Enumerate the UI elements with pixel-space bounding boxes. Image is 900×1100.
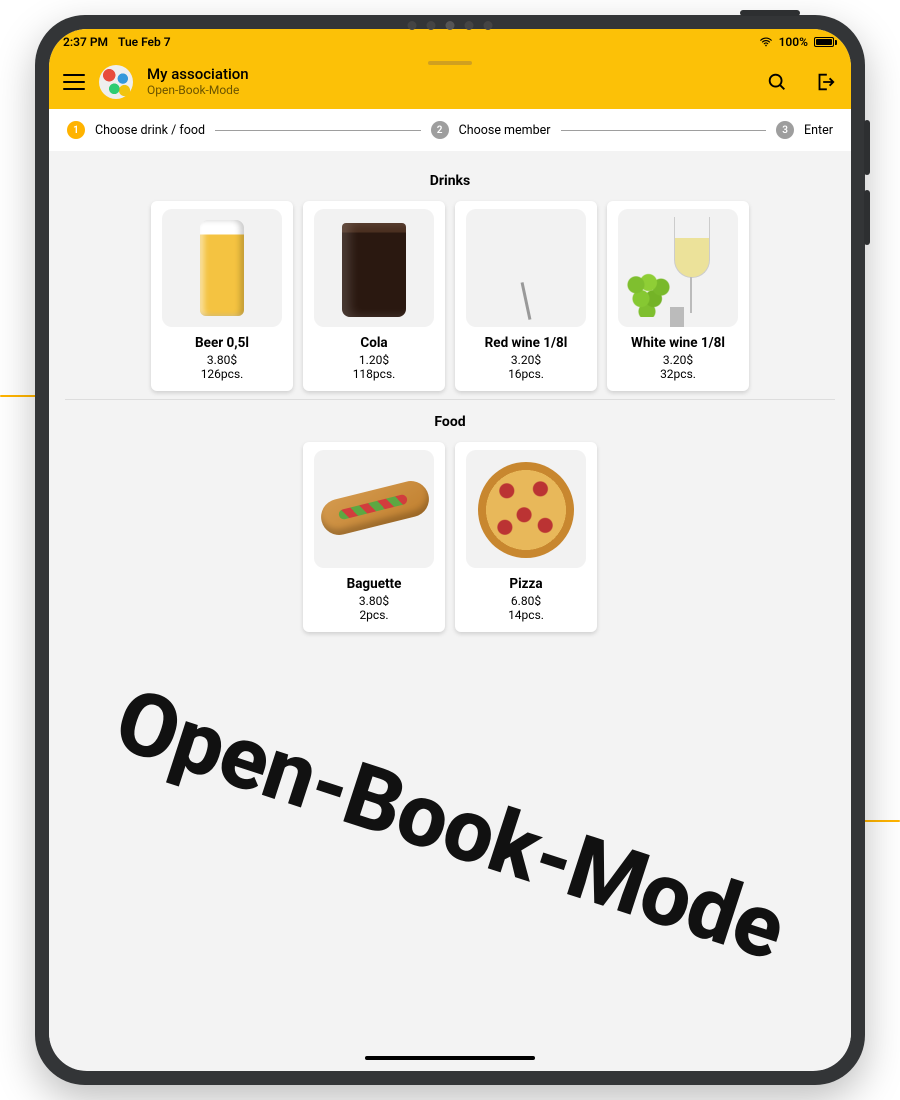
stepper: 1 Choose drink / food 2 Choose member 3 …	[49, 109, 851, 151]
cola-icon	[314, 209, 434, 327]
food-section-title: Food	[59, 414, 841, 430]
step-3-label: Enter	[804, 123, 833, 138]
decorative-stripe	[862, 820, 900, 822]
product-price: 1.20$	[309, 353, 439, 367]
search-button[interactable]	[765, 70, 789, 94]
logout-icon	[814, 71, 836, 93]
product-name: Pizza	[461, 576, 591, 592]
drinks-section-title: Drinks	[59, 173, 841, 189]
logout-button[interactable]	[813, 70, 837, 94]
product-card-pizza[interactable]: Pizza 6.80$ 14pcs.	[455, 442, 597, 632]
screen: 2:37 PM Tue Feb 7 100% My association Op…	[49, 29, 851, 1071]
pizza-icon	[466, 450, 586, 568]
step-1-dot[interactable]: 1	[67, 121, 85, 139]
section-divider	[65, 399, 835, 400]
product-stock: 2pcs.	[309, 608, 439, 622]
tablet-frame: 2:37 PM Tue Feb 7 100% My association Op…	[35, 15, 865, 1085]
home-indicator[interactable]	[365, 1056, 535, 1060]
camera-speaker-dots	[408, 21, 493, 30]
status-date: Tue Feb 7	[118, 35, 171, 49]
grapes-icon	[626, 271, 676, 317]
drinks-grid: Beer 0,5l 3.80$ 126pcs. Cola 1.20$ 118pc…	[59, 201, 841, 391]
association-avatar[interactable]	[99, 65, 133, 99]
product-price: 6.80$	[461, 594, 591, 608]
step-divider	[215, 130, 421, 131]
beer-icon	[162, 209, 282, 327]
step-2-label: Choose member	[459, 123, 551, 138]
product-stock: 16pcs.	[461, 367, 591, 381]
product-price: 3.80$	[309, 594, 439, 608]
product-price: 3.20$	[461, 353, 591, 367]
search-icon	[766, 71, 788, 93]
product-name: Red wine 1/8l	[461, 335, 591, 351]
app-title: My association	[147, 66, 249, 83]
product-card-beer[interactable]: Beer 0,5l 3.80$ 126pcs.	[151, 201, 293, 391]
step-3-dot[interactable]: 3	[776, 121, 794, 139]
step-2-dot[interactable]: 2	[431, 121, 449, 139]
product-card-baguette[interactable]: Baguette 3.80$ 2pcs.	[303, 442, 445, 632]
status-time: 2:37 PM	[63, 35, 108, 49]
volume-up-button	[864, 120, 870, 175]
product-price: 3.20$	[613, 353, 743, 367]
product-card-red-wine[interactable]: Red wine 1/8l 3.20$ 16pcs.	[455, 201, 597, 391]
red-wine-icon	[466, 209, 586, 327]
app-subtitle: Open-Book-Mode	[147, 84, 249, 98]
volume-down-button	[864, 190, 870, 245]
battery-percent: 100%	[779, 35, 808, 49]
product-name: White wine 1/8l	[613, 335, 743, 351]
battery-icon	[814, 37, 837, 47]
product-stock: 126pcs.	[157, 367, 287, 381]
step-divider	[561, 130, 767, 131]
product-card-white-wine[interactable]: White wine 1/8l 3.20$ 32pcs.	[607, 201, 749, 391]
product-name: Baguette	[309, 576, 439, 592]
white-wine-icon	[618, 209, 738, 327]
power-button	[740, 10, 800, 16]
baguette-icon	[314, 450, 434, 568]
status-bar: 2:37 PM Tue Feb 7 100%	[49, 29, 851, 55]
watermark-text: Open-Book-Mode	[104, 669, 797, 982]
menu-button[interactable]	[63, 74, 85, 90]
step-1-label: Choose drink / food	[95, 123, 205, 138]
food-grid: Baguette 3.80$ 2pcs. Pizza 6.80$ 14pcs.	[59, 442, 841, 632]
wifi-icon	[759, 35, 773, 49]
decorative-stripe	[0, 395, 40, 397]
product-stock: 118pcs.	[309, 367, 439, 381]
product-stock: 14pcs.	[461, 608, 591, 622]
product-name: Beer 0,5l	[157, 335, 287, 351]
product-stock: 32pcs.	[613, 367, 743, 381]
product-name: Cola	[309, 335, 439, 351]
product-card-cola[interactable]: Cola 1.20$ 118pcs.	[303, 201, 445, 391]
product-price: 3.80$	[157, 353, 287, 367]
sheet-handle-icon	[428, 61, 472, 65]
content-area: Drinks Beer 0,5l 3.80$ 126pcs. Cola 1.20…	[49, 151, 851, 1070]
